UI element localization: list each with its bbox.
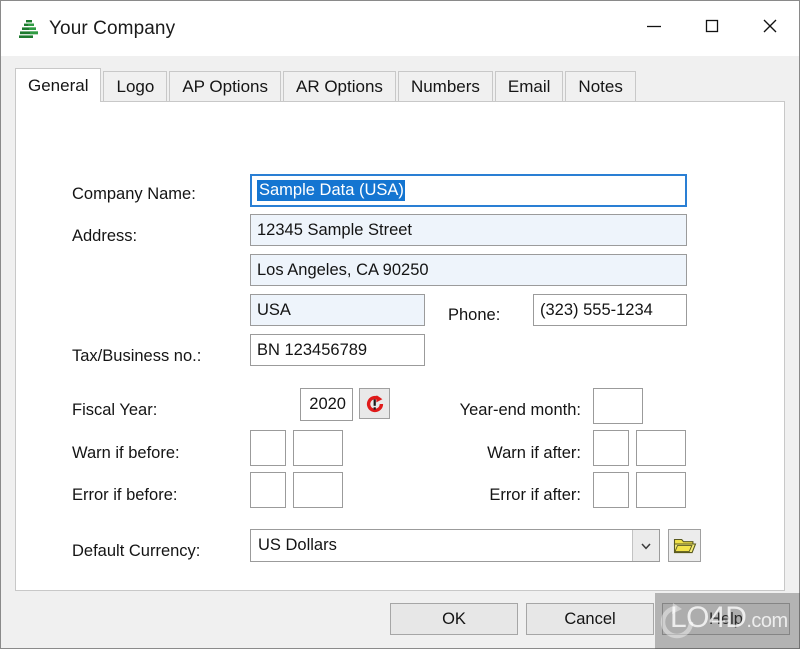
tab-numbers[interactable]: Numbers <box>397 71 493 101</box>
minimize-button[interactable] <box>625 1 683 50</box>
address-label: Address: <box>72 227 138 245</box>
tab-numbers-label: Numbers <box>410 76 480 96</box>
error-if-before-label: Error if before: <box>72 486 178 504</box>
green-pyramid-icon <box>17 17 41 41</box>
warn-if-before-label: Warn if before: <box>72 444 180 462</box>
tax-business-no-label: Tax/Business no.: <box>72 347 202 365</box>
dialog-footer: OK Cancel Help <box>1 591 799 648</box>
cancel-button[interactable]: Cancel <box>526 603 654 635</box>
tab-notes-label: Notes <box>578 76 623 96</box>
address-line2-value: Los Angeles, CA 90250 <box>257 260 429 279</box>
open-folder-icon <box>673 538 696 553</box>
tab-general[interactable]: General <box>15 68 102 102</box>
company-name-label: Company Name: <box>72 185 196 203</box>
default-currency-label: Default Currency: <box>72 542 201 560</box>
error-if-after-day-input[interactable] <box>593 472 629 508</box>
year-end-month-input[interactable] <box>593 388 643 424</box>
warn-if-after-month-input[interactable] <box>636 430 686 466</box>
general-form: Company Name: Sample Data (USA) Address:… <box>16 102 784 590</box>
address-line3-value: USA <box>257 300 291 319</box>
tab-ap-options[interactable]: AP Options <box>169 71 281 101</box>
tab-logo[interactable]: Logo <box>103 71 168 101</box>
tax-business-no-value: BN 123456789 <box>257 340 368 359</box>
fiscal-year-input[interactable]: 2020 <box>300 388 353 421</box>
chevron-down-icon[interactable] <box>632 530 659 561</box>
company-name-input[interactable]: Sample Data (USA) <box>250 174 687 207</box>
phone-input[interactable]: (323) 555-1234 <box>533 294 687 326</box>
tab-logo-label: Logo <box>116 76 155 96</box>
tab-general-label: General <box>28 75 89 95</box>
maximize-button[interactable] <box>683 1 741 50</box>
default-currency-select[interactable]: US Dollars <box>250 529 660 562</box>
tab-page-general: Company Name: Sample Data (USA) Address:… <box>15 101 785 591</box>
address-line1-value: 12345 Sample Street <box>257 220 413 239</box>
help-button-label: Help <box>709 609 743 628</box>
warn-if-after-day-input[interactable] <box>593 430 629 466</box>
phone-label: Phone: <box>448 306 501 324</box>
tab-ap-options-label: AP Options <box>182 76 268 96</box>
tab-ar-options[interactable]: AR Options <box>283 71 396 101</box>
cancel-button-label: Cancel <box>564 609 616 628</box>
screenshot-root: Your Company General Logo AP Options AR … <box>0 0 800 649</box>
tab-email-label: Email <box>507 76 551 96</box>
year-end-month-label: Year-end month: <box>459 401 581 419</box>
help-button[interactable]: Help <box>662 603 790 635</box>
error-if-after-label: Error if after: <box>489 486 581 504</box>
fiscal-year-value: 2020 <box>309 395 346 413</box>
error-if-after-month-input[interactable] <box>636 472 686 508</box>
tab-strip: General Logo AP Options AR Options Numbe… <box>15 68 799 102</box>
warn-if-after-label: Warn if after: <box>487 444 581 462</box>
tax-business-no-input[interactable]: BN 123456789 <box>250 334 425 366</box>
error-if-before-month-input[interactable] <box>293 472 343 508</box>
window-controls <box>625 1 799 56</box>
tab-ar-options-label: AR Options <box>296 76 383 96</box>
close-button[interactable] <box>741 1 799 50</box>
currency-browse-button[interactable] <box>668 529 701 562</box>
warn-if-before-month-input[interactable] <box>293 430 343 466</box>
address-line1-input[interactable]: 12345 Sample Street <box>250 214 687 246</box>
title-bar: Your Company <box>1 1 799 56</box>
warn-if-before-day-input[interactable] <box>250 430 286 466</box>
ok-button[interactable]: OK <box>390 603 518 635</box>
default-currency-value: US Dollars <box>258 536 337 554</box>
company-settings-window: Your Company General Logo AP Options AR … <box>0 0 800 649</box>
tab-email[interactable]: Email <box>494 71 564 101</box>
address-line3-input[interactable]: USA <box>250 294 425 326</box>
phone-value: (323) 555-1234 <box>540 300 653 319</box>
company-name-value: Sample Data (USA) <box>257 180 405 201</box>
tab-notes[interactable]: Notes <box>565 71 636 101</box>
fiscal-year-label: Fiscal Year: <box>72 401 158 419</box>
error-if-before-day-input[interactable] <box>250 472 286 508</box>
window-title: Your Company <box>49 17 176 39</box>
address-line2-input[interactable]: Los Angeles, CA 90250 <box>250 254 687 286</box>
ok-button-label: OK <box>442 609 466 628</box>
